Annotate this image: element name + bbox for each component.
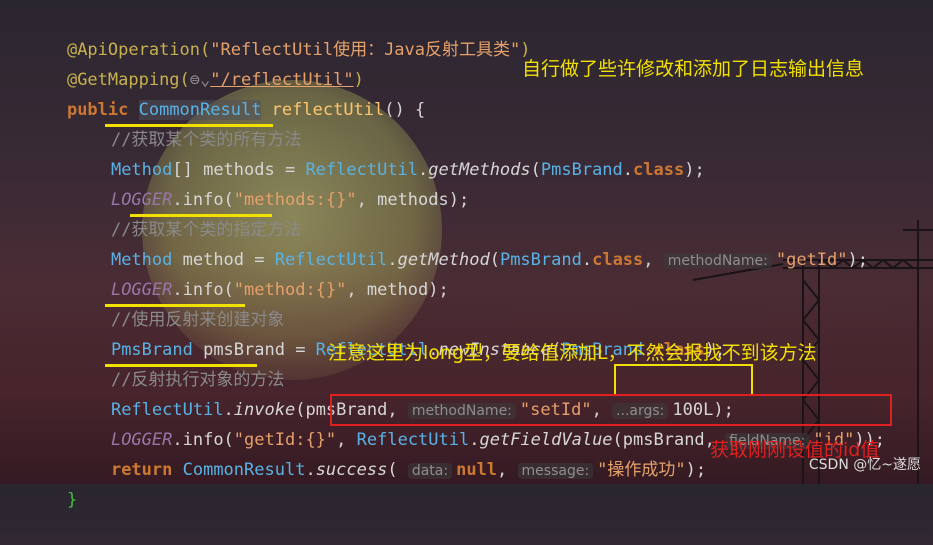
note-modifications: 自行做了些许修改和添加了日志输出信息 [522,58,865,80]
parameter-hint: methodName: [663,253,772,269]
code-line-11: PmsBrand pmsBrand = ReflectUtil.newInsta… [70,305,725,360]
code-line-9: LOGGER.info("method:{}", method); [70,245,449,300]
comment-underline [105,124,273,127]
code-text: ); [685,460,707,480]
code-text: ); [847,250,868,270]
comment-underline [105,364,257,367]
code-line-4: //获取某个类的所有方法 [70,95,301,150]
code-text: , method); [346,280,449,300]
code-text: . [305,460,316,480]
comment-underline [105,304,245,307]
parameter-hint: data: [407,463,453,479]
class-name: PmsBrand [499,250,582,270]
args-highlight-box [614,364,753,396]
code-line-5: Method[] methods = ReflectUtil.getMethod… [70,125,705,180]
code-text: . [581,250,593,270]
string-literal: "getId" [775,250,848,270]
getfieldvalue-highlight-box [330,394,892,426]
code-line-7: //获取某个类的指定方法 [70,185,301,240]
class-name: PmsBrand [540,160,623,180]
note-long-type: 注意这里为long型，要给值添加L，不然会报找不到该方法 [328,342,817,364]
code-line-6: LOGGER.info("methods:{}", methods); [70,155,469,210]
code-line-2: @GetMapping(⊜⌄"/reflectUtil") [26,35,364,90]
code-text: , [497,460,518,480]
class-name: CommonResult [182,460,306,480]
code-text: , [643,250,664,270]
code-line-15: return CommonResult.success( data: null, … [70,425,706,480]
watermark: CSDN @忆~遂愿 [808,457,921,473]
keyword: class [633,160,685,180]
code-text: ); [684,160,705,180]
code-text: ( [489,250,500,270]
code-line-1: @ApiOperation("ReflectUtil使用：Java反射工具类") [26,5,531,60]
comment-underline [130,214,272,217]
code-text: . [622,160,634,180]
keyword: return [110,460,183,480]
keyword: null [456,460,498,480]
code-text: ( [530,160,541,180]
code-line-3: public CommonResult reflectUtil() { [26,65,425,120]
closing-brace: } [66,490,78,510]
code-text: , methods); [356,190,470,210]
parameter-hint: message: [517,463,594,479]
punctuation: () { [384,100,426,120]
code-line-12: //反射执行对象的方法 [70,335,284,390]
code-text: ( [387,460,408,480]
method-call: success [315,460,388,480]
code-line-16: } [26,455,77,510]
code-line-10: //使用反射来创建对象 [70,275,284,330]
code-line-8: Method method = ReflectUtil.getMethod(Pm… [70,215,868,270]
string-literal: "操作成功" [597,460,686,480]
keyword: class [592,250,644,270]
